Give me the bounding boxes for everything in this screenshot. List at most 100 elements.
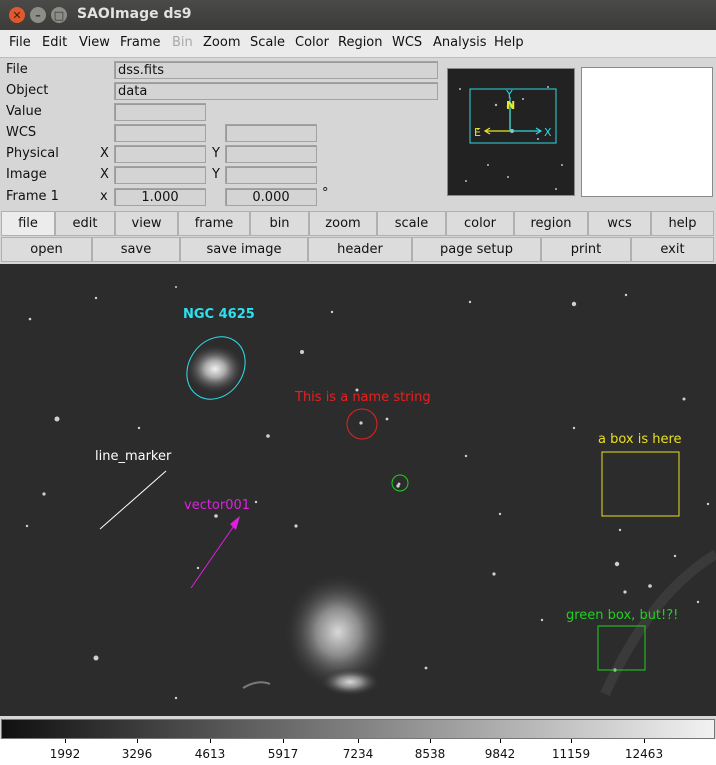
btn-bin[interactable]: bin (250, 211, 309, 236)
colorbar-tick-label: 7234 (342, 747, 374, 761)
colorbar-tick-label: 5917 (267, 747, 299, 761)
magnifier (581, 67, 713, 197)
axis-y-label: Y (505, 88, 513, 101)
image-label: Image (6, 167, 47, 182)
image-x-label: X (100, 167, 109, 182)
btn-scale[interactable]: scale (377, 211, 446, 236)
tick-mark (137, 739, 138, 743)
colorbar-tick-label: 9842 (484, 747, 516, 761)
panner[interactable]: N E X Y (447, 68, 575, 196)
menu-edit[interactable]: Edit (42, 35, 67, 50)
region-vector[interactable] (190, 519, 239, 589)
btn-save[interactable]: save (92, 237, 180, 262)
close-icon: ✕ (12, 8, 22, 22)
btn-zoom[interactable]: zoom (309, 211, 377, 236)
physical-x-field (114, 145, 206, 163)
tick-mark (210, 739, 211, 743)
colorbar-tick-label: 11159 (551, 747, 591, 761)
btn-edit[interactable]: edit (55, 211, 115, 236)
region-green-box-label: green box, but!?! (566, 608, 678, 623)
diffuse-arc (600, 549, 716, 697)
region-vector-arrowhead (230, 516, 240, 530)
menu-view[interactable]: View (79, 35, 110, 50)
tick-mark (283, 739, 284, 743)
btn-view[interactable]: view (115, 211, 178, 236)
region-line[interactable] (99, 470, 167, 530)
region-box[interactable] (601, 451, 680, 517)
image-y-field (225, 166, 317, 184)
galaxy-large-tail (320, 668, 380, 696)
btn-exit[interactable]: exit (631, 237, 714, 262)
tick-mark (500, 739, 501, 743)
menu-analysis[interactable]: Analysis (433, 35, 487, 50)
button-bar-row1: file edit view frame bin zoom scale colo… (0, 211, 716, 237)
btn-file[interactable]: file (1, 211, 55, 236)
btn-save-image[interactable]: save image (180, 237, 308, 262)
menu-color[interactable]: Color (295, 35, 329, 50)
value-label: Value (6, 104, 42, 119)
value-field (114, 103, 206, 121)
colorbar-ticks: 1992 3296 4613 5917 7234 8538 9842 11159… (0, 739, 716, 765)
colorbar-tick-label: 4613 (194, 747, 226, 761)
frame-zoom-label: x (100, 189, 108, 204)
physical-y-label: Y (212, 146, 220, 161)
maximize-window-button[interactable]: □ (51, 7, 67, 23)
region-line-label: line_marker (95, 449, 172, 464)
btn-help[interactable]: help (651, 211, 714, 236)
file-label: File (6, 62, 28, 77)
zoom-field: 1.000 (114, 188, 206, 206)
minimize-icon: – (35, 8, 41, 22)
colorbar-tick-label: 12463 (624, 747, 664, 761)
tick-mark (358, 739, 359, 743)
tick-mark (430, 739, 431, 743)
panner-image: N E X Y (459, 86, 563, 190)
object-label: Object (6, 83, 49, 98)
colorbar-tick-label: 8538 (414, 747, 446, 761)
btn-open[interactable]: open (1, 237, 92, 262)
minimize-window-button[interactable]: – (30, 7, 46, 23)
colorbar-tick-label: 1992 (49, 747, 81, 761)
menu-scale[interactable]: Scale (250, 35, 285, 50)
menu-frame[interactable]: Frame (120, 35, 161, 50)
menu-help[interactable]: Help (494, 35, 524, 50)
region-ellipse-label: NGC 4625 (183, 307, 255, 322)
degree-symbol: ° (322, 186, 329, 201)
axis-x-label: X (544, 126, 552, 139)
btn-color[interactable]: color (446, 211, 514, 236)
physical-label: Physical (6, 146, 59, 161)
region-circle-label: This is a name string (294, 390, 431, 405)
btn-header[interactable]: header (308, 237, 412, 262)
btn-region[interactable]: region (514, 211, 588, 236)
menu-file[interactable]: File (9, 35, 31, 50)
wcs-field-2 (225, 124, 317, 142)
colorbar-tick-label: 3296 (121, 747, 153, 761)
tick-mark (571, 739, 572, 743)
wcs-field-1 (114, 124, 206, 142)
menu-wcs[interactable]: WCS (392, 35, 422, 50)
image-canvas[interactable]: NGC 4625 This is a name string line_mark… (0, 264, 716, 716)
btn-frame[interactable]: frame (178, 211, 250, 236)
btn-print[interactable]: print (541, 237, 631, 262)
tick-mark (644, 739, 645, 743)
region-green-circle[interactable] (391, 474, 409, 492)
image-x-field (114, 166, 206, 184)
tick-mark (65, 739, 66, 743)
title-bar: ✕ – □ SAOImage ds9 (0, 0, 716, 30)
button-bar-row2: open save save image header page setup p… (0, 237, 716, 263)
window-title: SAOImage ds9 (77, 6, 192, 22)
image-display[interactable]: NGC 4625 This is a name string line_mark… (0, 264, 716, 716)
close-window-button[interactable]: ✕ (9, 7, 25, 23)
image-y-label: Y (212, 167, 220, 182)
menu-zoom[interactable]: Zoom (203, 35, 240, 50)
file-field: dss.fits (114, 61, 438, 79)
physical-y-field (225, 145, 317, 163)
btn-page-setup[interactable]: page setup (412, 237, 541, 262)
angle-field: 0.000 (225, 188, 317, 206)
btn-wcs[interactable]: wcs (588, 211, 651, 236)
object-field: data (114, 82, 438, 100)
region-vector-label: vector001 (184, 498, 250, 513)
compass-east: E (474, 126, 481, 139)
menu-region[interactable]: Region (338, 35, 383, 50)
colorbar[interactable] (1, 719, 715, 739)
maximize-icon: □ (53, 8, 65, 22)
